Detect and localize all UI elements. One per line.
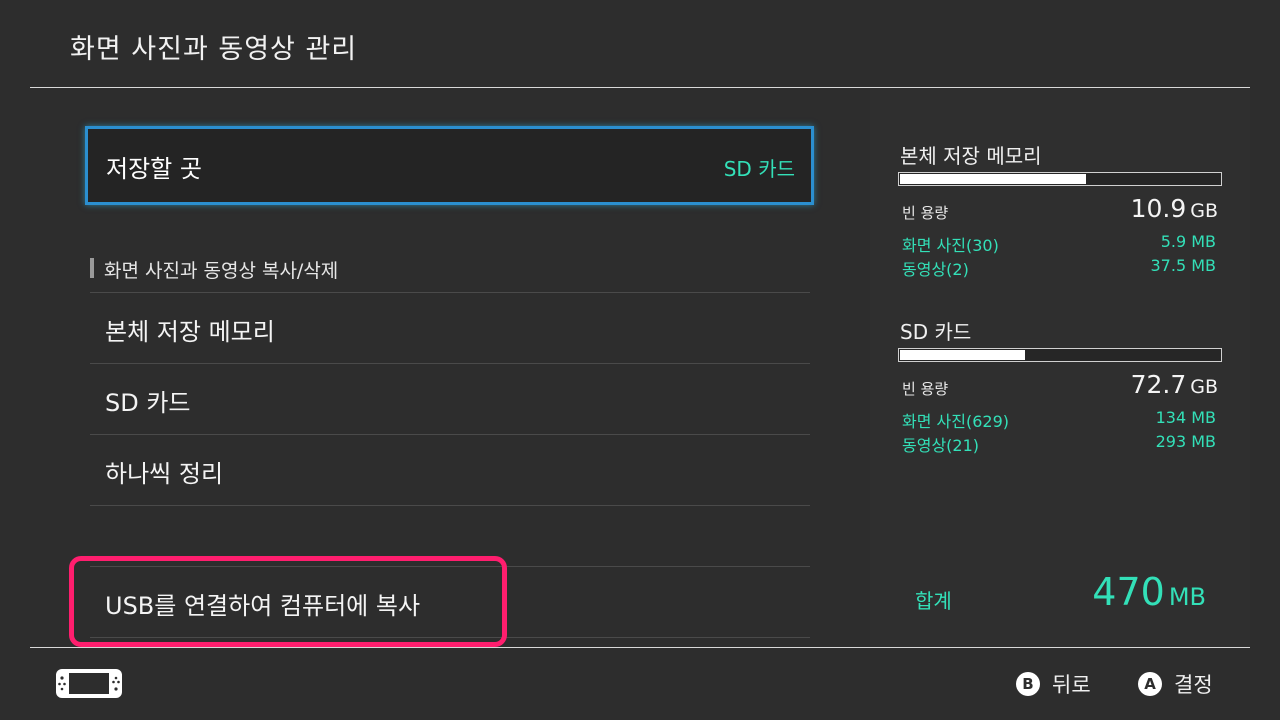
sd-free-value: 72.7 GB (1018, 370, 1218, 399)
sd-free-label: 빈 용량 (902, 380, 949, 398)
sd-free-unit: GB (1190, 376, 1218, 398)
system-photos-label: 화면 사진(30) (902, 236, 999, 255)
sd-photos-label: 화면 사진(629) (902, 412, 1009, 431)
system-videos-size: 37.5 MB (1150, 256, 1217, 275)
sd-card-title: SD 카드 (900, 320, 972, 344)
b-button-icon: B (1016, 672, 1040, 696)
header-divider (30, 87, 1250, 88)
list-divider (90, 434, 810, 435)
back-label: 뒤로 (1052, 673, 1091, 697)
console-handheld-icon (55, 668, 123, 699)
sd-videos-size: 293 MB (1155, 432, 1216, 451)
sd-card-bar-fill (900, 350, 1025, 360)
menu-item-label: SD 카드 (105, 389, 191, 417)
menu-item-sd-card[interactable]: SD 카드 (90, 365, 810, 435)
save-location-label: 저장할 곳 (106, 155, 202, 183)
sd-photos-size: 134 MB (1155, 408, 1216, 427)
page-title: 화면 사진과 동영상 관리 (70, 34, 358, 65)
list-divider (90, 505, 810, 506)
system-memory-bar-fill (900, 174, 1086, 184)
list-divider (90, 292, 810, 293)
menu-item-organize[interactable]: 하나씩 정리 (90, 436, 810, 506)
list-divider (90, 363, 810, 364)
menu-item-system-memory[interactable]: 본체 저장 메모리 (90, 294, 810, 364)
a-button-icon: A (1138, 672, 1162, 696)
save-location-row[interactable]: 저장할 곳 SD 카드 (85, 126, 814, 205)
system-free-unit: GB (1190, 200, 1218, 222)
section-title: 화면 사진과 동영상 복사/삭제 (104, 260, 339, 282)
system-videos-label: 동영상(2) (902, 260, 969, 279)
sd-card-bar (898, 348, 1222, 362)
confirm-label: 결정 (1174, 673, 1213, 697)
back-button[interactable]: B 뒤로 (1016, 668, 1091, 700)
system-free-number: 10.9 (1130, 194, 1187, 223)
confirm-button[interactable]: A 결정 (1138, 668, 1213, 700)
total-unit: MB (1168, 583, 1206, 611)
system-free-value: 10.9 GB (1018, 194, 1218, 223)
menu-item-label: 본체 저장 메모리 (105, 318, 275, 346)
sd-free-number: 72.7 (1130, 370, 1187, 399)
total-label: 합계 (915, 589, 952, 613)
system-photos-size: 5.9 MB (1160, 232, 1216, 251)
sd-videos-label: 동영상(21) (902, 436, 980, 455)
system-free-label: 빈 용량 (902, 204, 949, 222)
system-memory-bar (898, 172, 1222, 186)
system-memory-title: 본체 저장 메모리 (900, 144, 1042, 168)
section-marker (90, 258, 94, 278)
menu-item-label: 하나씩 정리 (105, 460, 224, 488)
total-value: 470 MB (1040, 570, 1206, 614)
save-location-value: SD 카드 (723, 157, 795, 181)
footer-divider (30, 647, 1250, 648)
usb-copy-highlight (69, 556, 507, 647)
total-number: 470 (1092, 570, 1165, 614)
